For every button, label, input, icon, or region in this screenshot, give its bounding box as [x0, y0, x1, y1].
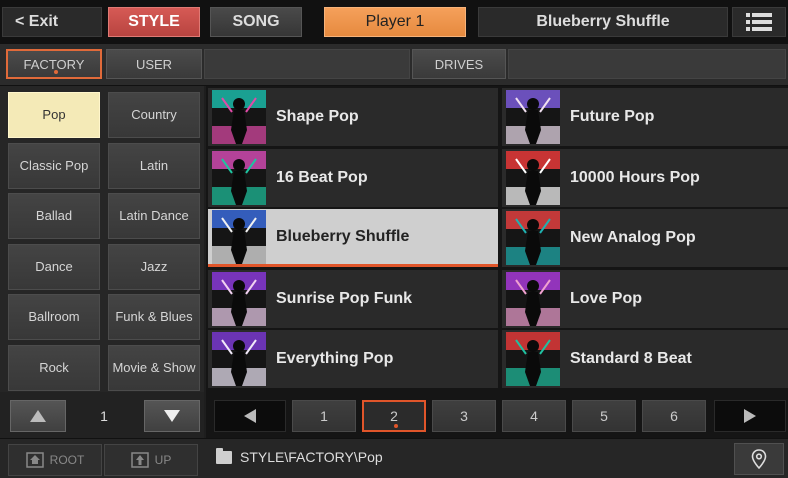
page-6-button[interactable]: 6	[642, 400, 706, 432]
drives-source-button[interactable]: DRIVES	[412, 49, 506, 79]
style-name: 16 Beat Pop	[276, 168, 368, 186]
page-2-button[interactable]: 2	[362, 400, 426, 432]
next-page-button[interactable]	[714, 400, 786, 432]
category-button[interactable]: Pop	[8, 92, 100, 138]
category-pager: 1	[0, 392, 204, 438]
style-thumbnail-icon	[506, 90, 560, 144]
style-item[interactable]: New Analog Pop	[502, 209, 788, 267]
source-bar-spacer	[508, 49, 786, 79]
up-folder-icon	[130, 452, 149, 468]
category-button[interactable]: Latin	[108, 142, 200, 189]
exit-button[interactable]: < Exit	[2, 7, 102, 37]
tab-song[interactable]: SONG	[210, 7, 302, 37]
style-name: Sunrise Pop Funk	[276, 289, 413, 307]
top-bar: < Exit STYLE SONG Player 1 Blueberry Shu…	[0, 0, 788, 44]
style-thumbnail-icon	[506, 150, 560, 205]
style-pager: 123456	[206, 392, 788, 438]
tab-style[interactable]: STYLE	[108, 7, 200, 37]
category-button[interactable]: Latin Dance	[108, 193, 200, 239]
style-thumbnail-icon	[506, 332, 560, 386]
location-button[interactable]	[734, 443, 784, 475]
category-button[interactable]: Funk & Blues	[108, 294, 200, 340]
category-page-number: 1	[100, 408, 108, 424]
prev-page-button[interactable]	[214, 400, 286, 432]
category-button[interactable]: Movie & Show	[108, 344, 200, 391]
triangle-left-icon	[244, 409, 256, 423]
style-item[interactable]: Future Pop	[502, 88, 788, 146]
style-name: 10000 Hours Pop	[570, 168, 700, 186]
source-bar-spacer	[204, 49, 410, 79]
style-name: Love Pop	[570, 289, 643, 307]
up-button[interactable]: UP	[104, 444, 198, 476]
page-4-button[interactable]: 4	[502, 400, 566, 432]
category-button[interactable]: Ballroom	[8, 294, 100, 340]
player-selector[interactable]: Player 1	[324, 7, 466, 37]
folder-icon	[216, 447, 232, 464]
style-thumbnail-icon	[212, 90, 266, 144]
style-name: New Analog Pop	[570, 229, 696, 246]
style-name: Everything Pop	[276, 350, 394, 367]
list-menu-icon	[746, 13, 772, 31]
footer-bar: ROOT UP STYLE\FACTORY\Pop	[0, 438, 788, 478]
style-thumbnail-icon	[212, 209, 266, 264]
category-panel: Pop Country Classic Pop Latin Ballad Latin Da…	[0, 86, 204, 392]
category-button[interactable]: Country	[108, 92, 200, 138]
category-button[interactable]: Ballad	[8, 193, 100, 239]
current-path: STYLE\FACTORY\Pop	[216, 447, 383, 465]
style-name: Blueberry Shuffle	[276, 227, 410, 245]
style-item[interactable]: Love Pop	[502, 269, 788, 328]
triangle-right-icon	[744, 409, 756, 423]
style-grid: Shape Pop Future Pop 16 Beat Pop 10000 Hour…	[206, 86, 788, 392]
page-5-button[interactable]: 5	[572, 400, 636, 432]
style-thumbnail-icon	[212, 271, 266, 326]
category-page-down-button[interactable]	[144, 400, 200, 432]
user-source-button[interactable]: USER	[106, 49, 202, 79]
style-thumbnail-icon	[212, 150, 266, 205]
style-name: Shape Pop	[276, 108, 359, 125]
home-folder-icon	[25, 452, 44, 468]
triangle-down-icon	[164, 410, 180, 422]
category-button[interactable]: Classic Pop	[8, 142, 100, 189]
style-name: Standard 8 Beat	[570, 350, 692, 367]
root-label: ROOT	[49, 453, 85, 467]
root-button[interactable]: ROOT	[8, 444, 102, 476]
category-button[interactable]: Dance	[8, 243, 100, 290]
style-thumbnail-icon	[212, 332, 266, 386]
style-item[interactable]: Sunrise Pop Funk	[208, 269, 498, 328]
category-page-up-button[interactable]	[10, 400, 66, 432]
style-item[interactable]: Everything Pop	[208, 330, 498, 388]
style-name: Future Pop	[570, 108, 655, 125]
path-text: STYLE\FACTORY\Pop	[240, 449, 383, 465]
page-1-button[interactable]: 1	[292, 400, 356, 432]
location-pin-icon	[751, 449, 767, 469]
up-label: UP	[154, 453, 172, 467]
style-item[interactable]: 10000 Hours Pop	[502, 148, 788, 207]
source-bar: FACTORY USER DRIVES	[0, 44, 788, 86]
triangle-up-icon	[30, 410, 46, 422]
style-item[interactable]: Shape Pop	[208, 88, 498, 146]
current-style-name: Blueberry Shuffle	[478, 7, 728, 37]
style-thumbnail-icon	[506, 211, 560, 265]
menu-button[interactable]	[732, 7, 786, 37]
page-3-button[interactable]: 3	[432, 400, 496, 432]
category-button[interactable]: Jazz	[108, 243, 200, 290]
factory-source-button[interactable]: FACTORY	[6, 49, 102, 79]
style-item[interactable]: Blueberry Shuffle	[208, 209, 498, 267]
style-item[interactable]: 16 Beat Pop	[208, 148, 498, 207]
style-thumbnail-icon	[506, 271, 560, 326]
category-button[interactable]: Rock	[8, 344, 100, 391]
style-item[interactable]: Standard 8 Beat	[502, 330, 788, 388]
